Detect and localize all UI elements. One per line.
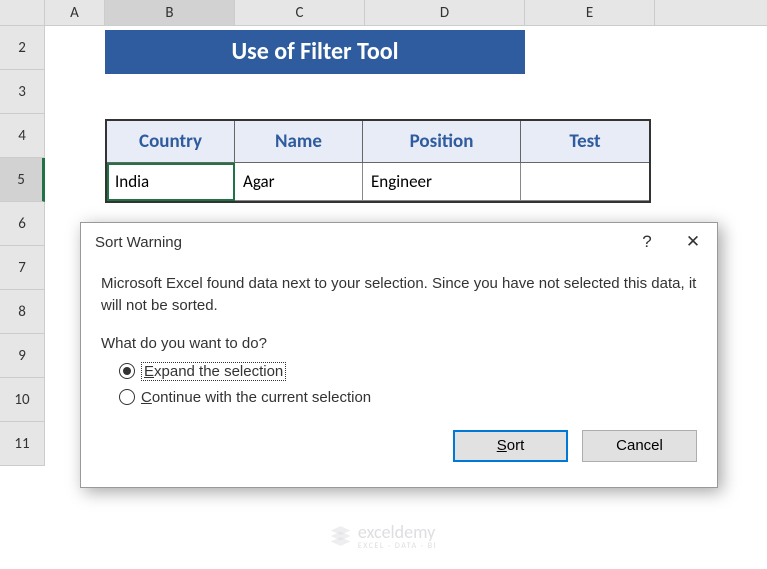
radio-continue-selection[interactable]: Continue with the current selection: [119, 389, 697, 406]
dialog-body: Microsoft Excel found data next to your …: [81, 261, 717, 430]
sort-button[interactable]: Sort: [453, 430, 568, 462]
col-header-E[interactable]: E: [525, 0, 655, 25]
header-country[interactable]: Country: [107, 121, 235, 163]
row-header-8[interactable]: 8: [0, 290, 45, 334]
col-header-A[interactable]: A: [45, 0, 105, 25]
row-header-4[interactable]: 4: [0, 114, 45, 158]
row-header-5[interactable]: 5: [0, 158, 45, 202]
dialog-titlebar[interactable]: Sort Warning ? ✕: [81, 223, 717, 261]
row-header-11[interactable]: 11: [0, 422, 45, 466]
radio-group: Expand the selection Continue with the c…: [101, 362, 697, 406]
header-test[interactable]: Test: [521, 121, 649, 163]
row-header-2[interactable]: 2: [0, 26, 45, 70]
radio-icon: [119, 389, 135, 405]
title-banner: Use of Filter Tool: [105, 30, 525, 74]
header-position[interactable]: Position: [363, 121, 521, 163]
radio-icon: [119, 363, 135, 379]
select-all-corner[interactable]: [0, 0, 45, 25]
cancel-button[interactable]: Cancel: [582, 430, 697, 462]
dialog-title: Sort Warning: [95, 234, 182, 251]
watermark-name: exceldemy: [358, 521, 435, 543]
col-header-C[interactable]: C: [235, 0, 365, 25]
column-headers: A B C D E: [0, 0, 767, 26]
data-table: Country Name Position Test India Agar En…: [105, 119, 651, 203]
row-header-6[interactable]: 6: [0, 202, 45, 246]
sort-warning-dialog: Sort Warning ? ✕ Microsoft Excel found d…: [80, 222, 718, 488]
dialog-question: What do you want to do?: [101, 335, 697, 352]
radio-label-continue: Continue with the current selection: [141, 389, 371, 406]
cell-test[interactable]: [521, 163, 649, 201]
watermark: exceldemy EXCEL · DATA · BI: [330, 521, 437, 551]
table-header-row: Country Name Position Test: [107, 121, 649, 163]
col-header-D[interactable]: D: [365, 0, 525, 25]
dialog-buttons: Sort Cancel: [81, 430, 717, 480]
help-button[interactable]: ?: [625, 226, 669, 258]
radio-label-expand: Expand the selection: [144, 363, 283, 380]
row-headers: 2 3 4 5 6 7 8 9 10 11: [0, 26, 45, 466]
cell-position[interactable]: Engineer: [363, 163, 521, 201]
cell-country[interactable]: India: [107, 163, 235, 201]
dialog-message: Microsoft Excel found data next to your …: [101, 273, 697, 317]
header-name[interactable]: Name: [235, 121, 363, 163]
radio-expand-selection[interactable]: Expand the selection: [119, 362, 697, 381]
table-row: India Agar Engineer: [107, 163, 649, 201]
row-header-10[interactable]: 10: [0, 378, 45, 422]
cell-name[interactable]: Agar: [235, 163, 363, 201]
watermark-icon: [330, 525, 352, 547]
col-header-B[interactable]: B: [105, 0, 235, 25]
close-button[interactable]: ✕: [671, 226, 715, 258]
watermark-sub: EXCEL · DATA · BI: [358, 541, 437, 551]
row-header-9[interactable]: 9: [0, 334, 45, 378]
row-header-3[interactable]: 3: [0, 70, 45, 114]
row-header-7[interactable]: 7: [0, 246, 45, 290]
